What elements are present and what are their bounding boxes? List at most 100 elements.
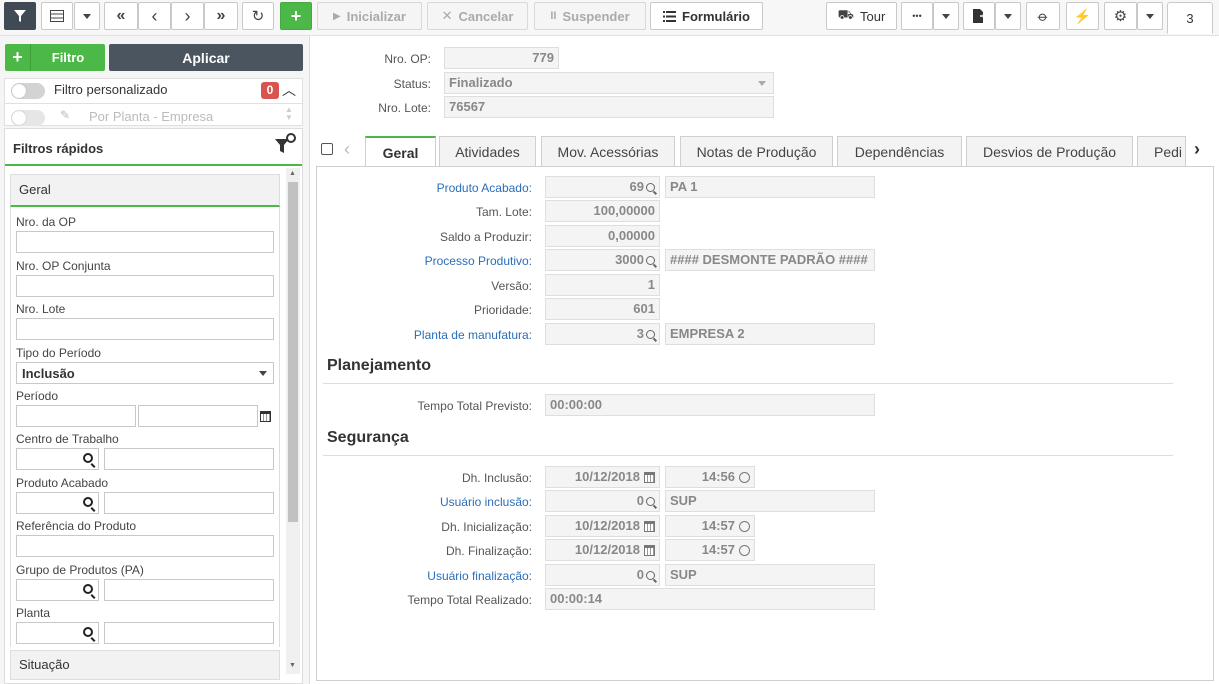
dh-inicializacao-date-field[interactable]: 10/12/2018: [545, 515, 660, 537]
calendar-icon[interactable]: [644, 472, 655, 484]
custom-filter-toggle[interactable]: [11, 83, 45, 99]
dh-finalizacao-date-field[interactable]: 10/12/2018: [545, 539, 660, 561]
tipo-periodo-select[interactable]: Inclusão: [16, 362, 274, 384]
planta-manufatura-code-field[interactable]: 3: [545, 323, 660, 345]
search-icon[interactable]: [646, 330, 655, 340]
dh-inclusao-time-field[interactable]: 14:56: [665, 466, 755, 488]
settings-button[interactable]: ⚙: [1104, 2, 1137, 30]
scroll-up-arrow[interactable]: ▲: [289, 170, 296, 177]
processo-produtivo-code-field[interactable]: 3000: [545, 249, 660, 271]
inicializar-button[interactable]: ▶ Inicializar: [317, 2, 422, 30]
search-icon[interactable]: [646, 497, 655, 507]
cancelar-button[interactable]: ✕ Cancelar: [427, 2, 528, 30]
clock-icon[interactable]: [739, 545, 750, 557]
usuario-finalizacao-label[interactable]: Usuário finalização:: [360, 569, 532, 583]
referencia-produto-input[interactable]: [16, 535, 274, 557]
add-button[interactable]: +: [280, 2, 312, 30]
planta-desc-input[interactable]: [104, 622, 274, 644]
previous-record-button[interactable]: ‹: [138, 2, 171, 30]
tour-button[interactable]: ⛟ Tour: [826, 2, 897, 30]
settings-dropdown[interactable]: [1137, 2, 1163, 30]
more-options-dropdown[interactable]: [933, 2, 959, 30]
next-record-button[interactable]: ›: [171, 2, 204, 30]
add-filter-button[interactable]: + Filtro: [5, 44, 105, 71]
produto-acabado-desc-input[interactable]: [104, 492, 274, 514]
report-dropdown[interactable]: [995, 2, 1021, 30]
more-options-button[interactable]: •••: [901, 2, 933, 30]
search-icon[interactable]: [646, 571, 655, 581]
plant-filter-toggle[interactable]: [11, 110, 45, 126]
grupo-produtos-code-input[interactable]: [16, 579, 99, 601]
centro-trabalho-code-input[interactable]: [16, 448, 99, 470]
nro-lote-header-field[interactable]: 76567: [444, 96, 774, 118]
planta-manufatura-label[interactable]: Planta de manufatura:: [380, 328, 532, 342]
tab-notas-producao[interactable]: Notas de Produção: [680, 136, 833, 167]
produto-acabado-label[interactable]: Produto Acabado:: [380, 181, 532, 195]
search-icon[interactable]: [646, 183, 655, 193]
nro-op-conjunta-input[interactable]: [16, 275, 274, 297]
tab-atividades[interactable]: Atividades: [439, 136, 536, 167]
reorder-icon[interactable]: ▲ ▼: [285, 106, 293, 122]
first-record-button[interactable]: «: [104, 2, 138, 30]
tab-mov-acessorias[interactable]: Mov. Acessórias: [541, 136, 675, 167]
centro-trabalho-desc-input[interactable]: [104, 448, 274, 470]
report-button[interactable]: [963, 2, 995, 30]
calendar-icon[interactable]: [644, 545, 655, 557]
processo-produtivo-label[interactable]: Processo Produtivo:: [380, 254, 532, 268]
usuario-inclusao-code-field[interactable]: 0: [545, 490, 660, 512]
produto-acabado-desc-field[interactable]: PA 1: [665, 176, 875, 198]
processo-produtivo-desc-field[interactable]: #### DESMONTE PADRÃO ####: [665, 249, 875, 271]
suspender-button[interactable]: II Suspender: [534, 2, 646, 30]
usuario-inclusao-label[interactable]: Usuário inclusão:: [360, 495, 532, 509]
filter-settings-icon[interactable]: [273, 133, 297, 157]
apply-filter-button[interactable]: Aplicar: [109, 44, 303, 71]
periodo-end-input[interactable]: [138, 405, 258, 427]
clock-icon[interactable]: [739, 472, 750, 484]
produto-acabado-code-field[interactable]: 69: [545, 176, 660, 198]
attachment-button[interactable]: ⌀: [1026, 2, 1060, 30]
saldo-produzir-field[interactable]: 0,00000: [545, 225, 660, 247]
dh-finalizacao-time-field[interactable]: 14:57: [665, 539, 755, 561]
usuario-finalizacao-code-field[interactable]: 0: [545, 564, 660, 586]
search-icon[interactable]: [646, 256, 655, 266]
search-icon[interactable]: [83, 453, 93, 463]
search-icon[interactable]: [83, 497, 93, 507]
planta-code-input[interactable]: [16, 622, 99, 644]
chevron-up-icon[interactable]: ︿: [282, 80, 296, 100]
filters-scrollbar[interactable]: ▲ ▼: [286, 168, 300, 674]
record-counter[interactable]: 3: [1167, 2, 1213, 34]
refresh-button[interactable]: ↻: [242, 2, 274, 30]
tab-pedidos[interactable]: Pedi: [1137, 136, 1186, 167]
status-select[interactable]: Finalizado: [444, 72, 774, 94]
last-record-button[interactable]: »: [204, 2, 238, 30]
periodo-start-input[interactable]: [16, 405, 136, 427]
nro-lote-input[interactable]: [16, 318, 274, 340]
calendar-icon[interactable]: [644, 521, 655, 533]
formulario-button[interactable]: Formulário: [650, 2, 763, 30]
dh-inicializacao-time-field[interactable]: 14:57: [665, 515, 755, 537]
dh-inclusao-date-field[interactable]: 10/12/2018: [545, 466, 660, 488]
tab-desvios-producao[interactable]: Desvios de Produção: [966, 136, 1133, 167]
nro-op-input[interactable]: [16, 231, 274, 253]
search-icon[interactable]: [83, 627, 93, 637]
actions-button[interactable]: ⚡: [1066, 2, 1099, 30]
planta-manufatura-desc-field[interactable]: EMPRESA 2: [665, 323, 875, 345]
filter-toggle-button[interactable]: [4, 2, 36, 30]
usuario-finalizacao-name-field[interactable]: SUP: [665, 564, 875, 586]
copy-icon[interactable]: [321, 143, 333, 155]
clock-icon[interactable]: [739, 521, 750, 533]
tabs-scroll-right-icon[interactable]: ›: [1194, 139, 1200, 160]
calendar-icon[interactable]: [260, 409, 271, 423]
prioridade-field[interactable]: 601: [545, 298, 660, 320]
tam-lote-field[interactable]: 100,00000: [545, 200, 660, 222]
produto-acabado-code-input[interactable]: [16, 492, 99, 514]
grid-view-button[interactable]: [41, 2, 73, 30]
tempo-realizado-field[interactable]: 00:00:14: [545, 588, 875, 610]
grupo-produtos-desc-input[interactable]: [104, 579, 274, 601]
usuario-inclusao-name-field[interactable]: SUP: [665, 490, 875, 512]
geral-section-header[interactable]: Geral: [10, 174, 280, 207]
scroll-down-arrow[interactable]: ▼: [289, 662, 296, 669]
tab-dependencias[interactable]: Dependências: [837, 136, 962, 167]
pencil-icon[interactable]: ✎: [60, 108, 70, 122]
tabs-scroll-left-icon[interactable]: ‹: [344, 139, 350, 160]
